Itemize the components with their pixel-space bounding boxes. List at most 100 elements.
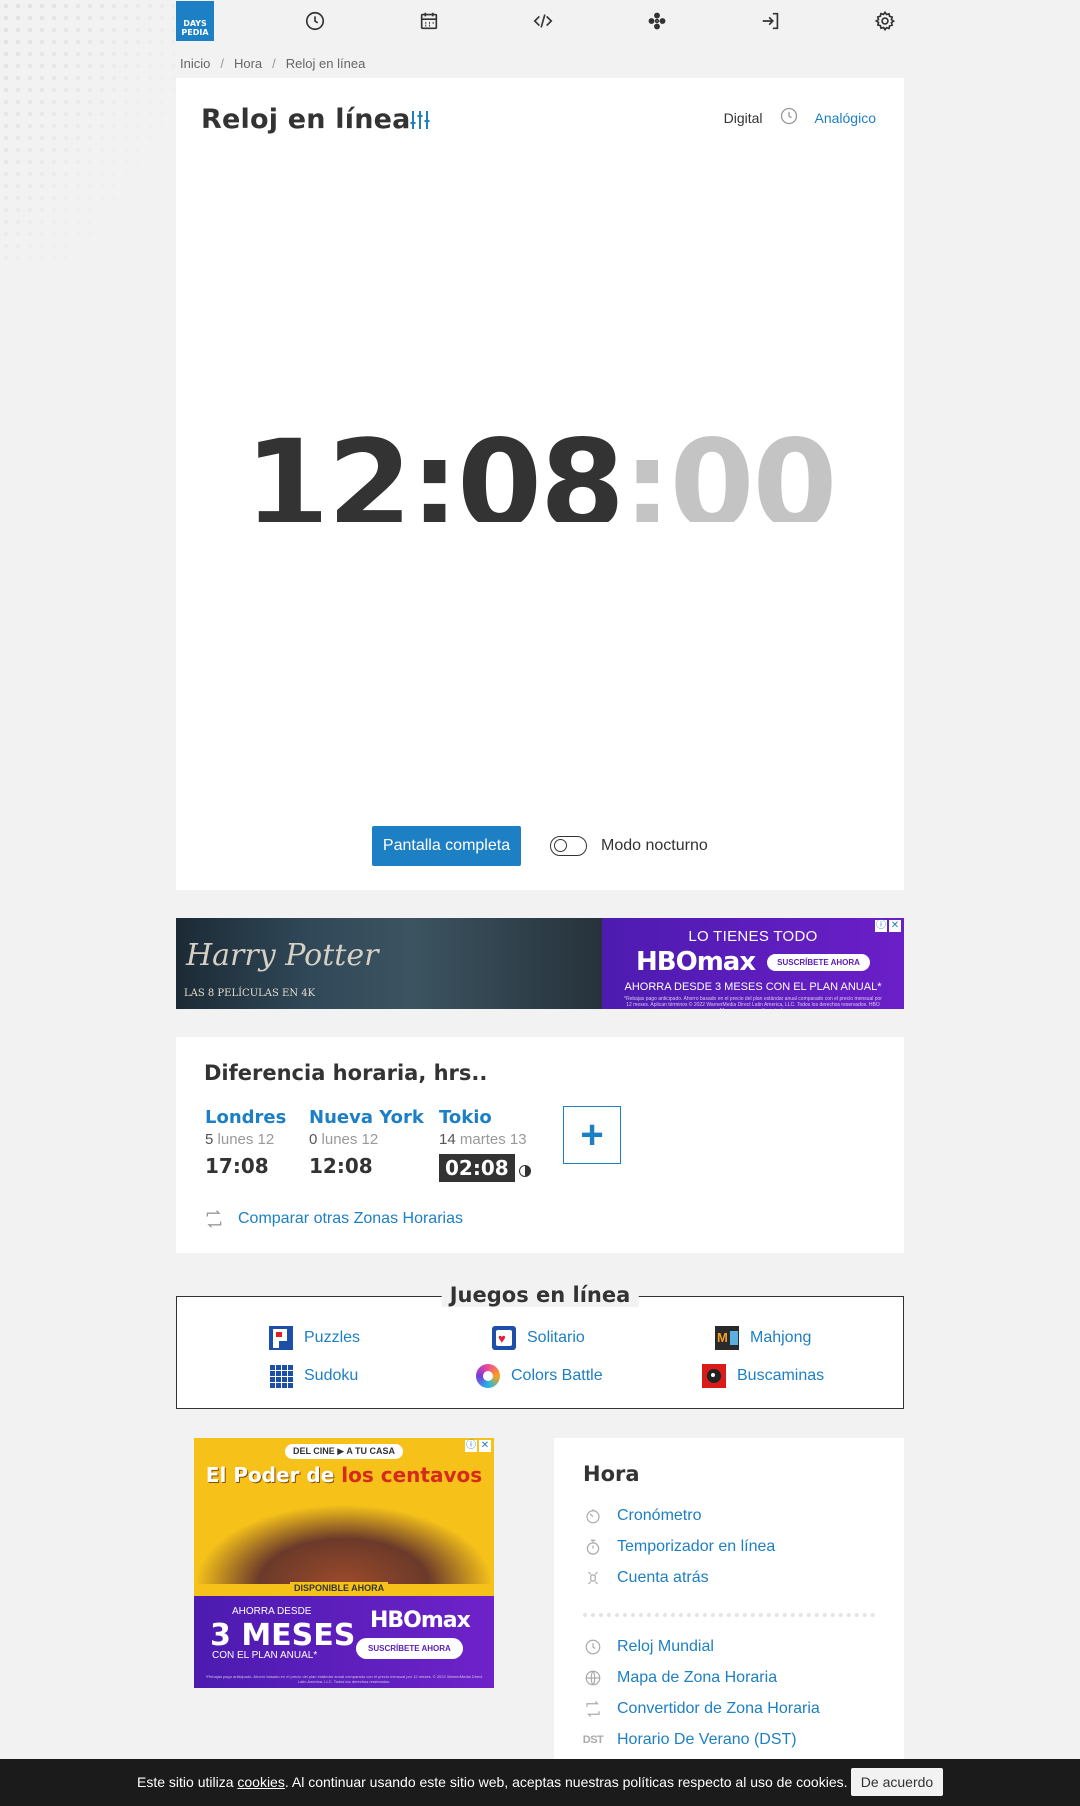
breadcrumb-time[interactable]: Hora — [234, 56, 262, 71]
ad-movie-poster: DEL CINE ▶ A TU CASA El Poder de los cen… — [194, 1438, 494, 1596]
cookie-link[interactable]: cookies — [237, 1774, 284, 1790]
city-date: 5 lunes 12 — [205, 1131, 286, 1148]
city-name[interactable]: Tokio — [439, 1107, 531, 1128]
game-label: Buscaminas — [737, 1367, 825, 1384]
city-name[interactable]: Londres — [205, 1107, 286, 1128]
city-date: 14 martes 13 — [439, 1131, 531, 1148]
minesweeper-icon — [702, 1364, 726, 1388]
login-icon[interactable] — [758, 8, 784, 34]
city-name[interactable]: Nueva York — [309, 1107, 424, 1128]
toggle-switch[interactable] — [550, 836, 587, 856]
game-mahjong[interactable]: M Mahjong — [715, 1326, 811, 1350]
moon-icon — [518, 1164, 531, 1177]
game-sudoku[interactable]: Sudoku — [269, 1364, 358, 1388]
gear-icon[interactable] — [872, 8, 898, 34]
logo[interactable]: DAYS PEDIA — [176, 1, 214, 41]
top-nav: DAYS PEDIA — [176, 0, 904, 42]
breadcrumb-home[interactable]: Inicio — [180, 56, 210, 71]
ad-cast-image — [194, 1504, 494, 1584]
ad-offer: AHORRA DESDE 3 MESES CON EL PLAN ANUAL* … — [194, 1596, 494, 1688]
sidebar-item-dst[interactable]: DST Horario De Verano (DST) — [583, 1730, 797, 1750]
games-title: Juegos en línea — [441, 1283, 639, 1307]
ad-right-line1: LO TIENES TODO — [688, 928, 818, 945]
sidebar-item-label: Horario De Verano (DST) — [617, 1731, 797, 1748]
clock-mode-switch: Digital Analógico — [724, 106, 876, 129]
sidebar-time-links: Hora Cronómetro Temporizador en línea Cu… — [554, 1438, 904, 1768]
mahjong-icon: M — [715, 1326, 739, 1350]
games-box: Juegos en línea Puzzles ♥ Solitario M Ma… — [176, 1283, 904, 1409]
ad-brand: HBOmax — [370, 1608, 471, 1633]
ad-choices[interactable]: ⓘ ✕ — [875, 920, 901, 932]
digital-clock: 12:08:00 — [176, 410, 904, 522]
sidebar-item-cuenta-atras[interactable]: Cuenta atrás — [583, 1568, 709, 1588]
city-nueva-york: Nueva York 0 lunes 12 12:08 — [309, 1107, 424, 1178]
clock-icon[interactable] — [302, 8, 328, 34]
dst-icon: DST — [582, 1734, 604, 1746]
ad-image-left: Harry Potter LAS 8 PELÍCULAS EN 4K — [176, 918, 602, 1009]
info-icon[interactable]: ⓘ — [875, 920, 887, 932]
game-label: Mahjong — [750, 1329, 812, 1346]
night-mode-toggle[interactable]: Modo nocturno — [550, 836, 708, 856]
sidebar-item-temporizador[interactable]: Temporizador en línea — [583, 1537, 775, 1557]
mode-analog[interactable]: Analógico — [815, 110, 877, 126]
close-icon[interactable]: ✕ — [479, 1440, 491, 1452]
game-label: Colors Battle — [511, 1367, 603, 1384]
game-solitario[interactable]: ♥ Solitario — [492, 1326, 585, 1350]
game-buscaminas[interactable]: Buscaminas — [702, 1364, 824, 1388]
ad-months: 3 MESES — [210, 1618, 356, 1653]
sidebar-item-cronometro[interactable]: Cronómetro — [583, 1506, 701, 1526]
sidebar-item-convertidor[interactable]: Convertidor de Zona Horaria — [583, 1699, 820, 1719]
add-timezone-button[interactable]: + — [563, 1106, 621, 1164]
city-time: 17:08 — [205, 1154, 269, 1178]
game-puzzles[interactable]: Puzzles — [269, 1326, 360, 1350]
sidebar-item-label: Cuenta atrás — [617, 1569, 709, 1586]
compare-timezones-link[interactable]: Comparar otras Zonas Horarias — [204, 1209, 463, 1229]
calendar-icon[interactable] — [416, 8, 442, 34]
ad-left-subtitle: LAS 8 PELÍCULAS EN 4K — [184, 988, 316, 999]
clock-icon — [779, 106, 799, 129]
logo-line1: DAYS — [183, 19, 207, 28]
compare-label: Comparar otras Zonas Horarias — [238, 1210, 463, 1227]
ad-choices[interactable]: ⓘ ✕ — [465, 1440, 491, 1452]
clock-seconds: :00 — [622, 414, 838, 522]
ad-left-title: Harry Potter — [186, 938, 379, 973]
sidebar-item-mapa-zona[interactable]: Mapa de Zona Horaria — [583, 1668, 777, 1688]
breadcrumb-separator: / — [220, 56, 224, 71]
game-label: Puzzles — [304, 1329, 361, 1346]
ad-cta-button[interactable]: SUSCRÍBETE AHORA — [356, 1638, 463, 1659]
mode-digital[interactable]: Digital — [724, 110, 763, 126]
info-icon[interactable]: ⓘ — [465, 1440, 477, 1452]
timer-icon — [583, 1537, 603, 1557]
convert-icon — [583, 1699, 603, 1719]
city-day: lunes 12 — [217, 1131, 275, 1148]
sidebar-item-label: Cronómetro — [617, 1507, 702, 1524]
code-icon[interactable] — [530, 8, 556, 34]
ad-banner[interactable]: Harry Potter LAS 8 PELÍCULAS EN 4K LO TI… — [176, 918, 904, 1009]
city-offset: 5 — [205, 1131, 214, 1148]
ad-cta-button[interactable]: SUSCRÍBETE AHORA — [767, 953, 870, 971]
sidebar-item-label: Reloj Mundial — [617, 1638, 714, 1655]
close-icon[interactable]: ✕ — [889, 920, 901, 932]
sidebar-title: Hora — [583, 1462, 640, 1486]
fullscreen-button[interactable]: Pantalla completa — [372, 826, 521, 866]
city-day: lunes 12 — [321, 1131, 379, 1148]
sliders-icon[interactable] — [408, 108, 432, 132]
ad-movie-title-a: El Poder de — [205, 1463, 342, 1487]
city-date: 0 lunes 12 — [309, 1131, 424, 1148]
toggle-knob — [554, 839, 567, 852]
cookie-text-before: Este sitio utiliza — [137, 1774, 238, 1790]
clock-card: Reloj en línea Digital Analógico 12:08:0… — [176, 78, 904, 890]
game-colors-battle[interactable]: Colors Battle — [476, 1364, 603, 1388]
sidebar-item-reloj-mundial[interactable]: Reloj Mundial — [583, 1637, 714, 1657]
ad-plan: CON EL PLAN ANUAL* — [212, 1650, 318, 1661]
solitaire-icon: ♥ — [492, 1326, 516, 1350]
night-mode-label: Modo nocturno — [601, 837, 708, 854]
game-label: Solitario — [527, 1329, 585, 1346]
accept-cookies-button[interactable]: De acuerdo — [851, 1768, 943, 1796]
city-offset: 0 — [309, 1131, 318, 1148]
compare-icon — [206, 1210, 222, 1228]
ad-box[interactable]: DEL CINE ▶ A TU CASA El Poder de los cen… — [194, 1438, 494, 1688]
clock-hours-minutes: 12:08 — [244, 414, 625, 522]
game-label: Sudoku — [304, 1367, 359, 1384]
games-icon[interactable] — [644, 8, 670, 34]
